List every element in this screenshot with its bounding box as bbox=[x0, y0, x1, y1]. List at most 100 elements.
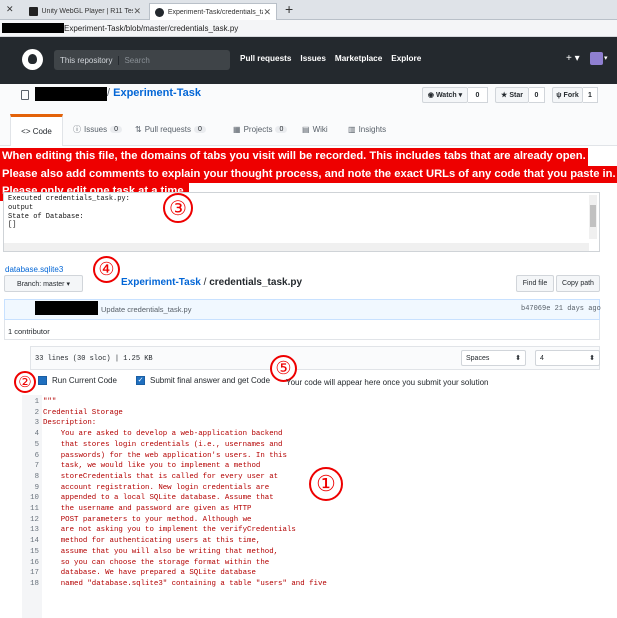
tab-label: <> Code bbox=[21, 127, 52, 136]
line-text: Credential Storage bbox=[43, 408, 123, 417]
line-number: 4 bbox=[34, 430, 39, 439]
github-logo-icon[interactable] bbox=[22, 49, 43, 70]
close-window-icon[interactable]: ✕ bbox=[6, 4, 14, 15]
find-file-button[interactable]: Find file bbox=[516, 275, 554, 292]
output-textarea[interactable]: Executed credentials_task.py: output Sta… bbox=[3, 192, 600, 252]
repo-separator: / bbox=[107, 87, 111, 99]
redacted-owner bbox=[35, 87, 107, 101]
warning-line: When editing this file, the domains of t… bbox=[0, 148, 588, 166]
line-text: You are asked to develop a web-applicati… bbox=[43, 430, 283, 439]
code-line[interactable]: 5 that stores login credentials (i.e., u… bbox=[22, 440, 617, 451]
code-line[interactable]: 3 Description: bbox=[22, 418, 617, 429]
nav-pull-requests[interactable]: Pull requests bbox=[240, 54, 291, 63]
indent-mode-label: Spaces bbox=[466, 354, 490, 362]
line-number: 17 bbox=[30, 569, 39, 578]
contributors-text[interactable]: 1 contributor bbox=[8, 327, 50, 336]
tab-pull-requests[interactable]: ⇅ Pull requests 0 bbox=[135, 116, 206, 142]
watch-button[interactable]: ◉ Watch ▾ bbox=[422, 87, 468, 103]
line-text: so you can choose the storage format wit… bbox=[43, 558, 270, 567]
star-count[interactable]: 0 bbox=[529, 87, 545, 103]
fork-count[interactable]: 1 bbox=[583, 87, 598, 103]
vertical-scrollbar[interactable] bbox=[589, 195, 597, 239]
eye-icon: ◉ bbox=[427, 92, 434, 99]
code-line[interactable]: 2 Credential Storage bbox=[22, 408, 617, 419]
line-number: 11 bbox=[30, 505, 39, 514]
line-number: 8 bbox=[34, 472, 39, 481]
tab-label: Wiki bbox=[312, 124, 328, 134]
copy-path-label: Copy path bbox=[562, 280, 594, 287]
unity-icon bbox=[29, 7, 38, 16]
user-avatar[interactable] bbox=[590, 52, 603, 65]
output-line: output bbox=[8, 203, 34, 212]
watch-count[interactable]: 0 bbox=[468, 87, 488, 103]
line-number: 2 bbox=[34, 408, 39, 417]
code-line[interactable]: 6 passwords) for the web application's u… bbox=[22, 451, 617, 462]
tab-projects[interactable]: ▦ Projects 0 bbox=[233, 116, 288, 142]
path-separator: / bbox=[200, 277, 210, 288]
search-box[interactable]: This repository Search bbox=[54, 50, 230, 70]
line-text: """ bbox=[43, 398, 57, 406]
tab-issues[interactable]: ⓘ Issues 0 bbox=[73, 116, 123, 142]
path-repo-link[interactable]: Experiment-Task bbox=[121, 277, 201, 288]
nav-explore[interactable]: Explore bbox=[391, 54, 421, 63]
repo-name-link[interactable]: Experiment-Task bbox=[113, 87, 201, 99]
close-tab-icon[interactable]: ✕ bbox=[263, 7, 271, 18]
submit-checkbox[interactable]: ✓ bbox=[136, 376, 145, 385]
search-input[interactable]: Search bbox=[119, 56, 154, 65]
github-icon bbox=[155, 7, 164, 17]
indent-mode-select[interactable]: Spaces ⬍ bbox=[461, 350, 526, 366]
commit-message[interactable]: Update credentials_task.py bbox=[101, 305, 191, 314]
browser-tab-github[interactable]: Experiment-Task/credentials_ta ✕ bbox=[149, 3, 277, 20]
browser-tab-label: Unity WebGL Player | R11 Testi bbox=[41, 8, 134, 15]
address-bar[interactable]: Experiment-Task/blob/master/credentials_… bbox=[0, 20, 617, 37]
line-text: passwords) for the web application's use… bbox=[43, 451, 287, 460]
commit-info[interactable]: b47069e 21 days ago bbox=[521, 305, 601, 313]
code-line[interactable]: 12 POST parameters to your method. Altho… bbox=[22, 515, 617, 526]
code-line[interactable]: 11 the username and password are given a… bbox=[22, 504, 617, 515]
code-line[interactable]: 15 assume that you will also be writing … bbox=[22, 547, 617, 558]
code-line[interactable]: 1 """ bbox=[22, 397, 617, 408]
database-link[interactable]: database.sqlite3 bbox=[5, 265, 63, 274]
code-line[interactable]: 16 so you can choose the storage format … bbox=[22, 558, 617, 569]
graph-icon: ▥ bbox=[348, 124, 356, 134]
code-line[interactable]: 13 are not asking you to implement the v… bbox=[22, 525, 617, 536]
line-number: 12 bbox=[30, 515, 39, 524]
code-line[interactable]: 14 method for authenticating users at th… bbox=[22, 536, 617, 547]
github-header: This repository Search Pull requests Iss… bbox=[0, 37, 617, 84]
output-line: Executed credentials_task.py: bbox=[8, 195, 130, 203]
fork-button[interactable]: ψ Fork bbox=[552, 87, 583, 103]
horizontal-scrollbar[interactable] bbox=[4, 243, 589, 251]
star-button[interactable]: ★ Star bbox=[495, 87, 529, 103]
run-current-code[interactable]: Run Current Code bbox=[38, 376, 117, 385]
line-text: that stores login credentials (i.e., use… bbox=[43, 440, 283, 449]
new-tab-button[interactable]: + bbox=[285, 1, 293, 17]
star-label: Star bbox=[509, 91, 523, 99]
code-editor[interactable]: 1 """ 2 Credential Storage 3 Description: 4 Yo… bbox=[22, 397, 617, 618]
code-line[interactable]: 17 database. We have prepared a SQLite d… bbox=[22, 568, 617, 579]
code-line[interactable]: 4 You are asked to develop a web-applica… bbox=[22, 429, 617, 440]
submit-final-answer[interactable]: ✓ Submit final answer and get Code bbox=[136, 376, 270, 385]
line-number: 3 bbox=[34, 419, 39, 428]
star-icon: ★ bbox=[501, 92, 508, 99]
tab-code[interactable]: <> Code bbox=[10, 114, 63, 146]
tab-label: Insights bbox=[358, 124, 387, 134]
indent-size-select[interactable]: 4 ⬍ bbox=[535, 350, 600, 366]
close-tab-icon[interactable]: ✕ bbox=[133, 6, 141, 17]
path-file: credentials_task.py bbox=[209, 277, 303, 288]
branch-selector[interactable]: Branch: master ▾ bbox=[4, 275, 83, 292]
line-text: the username and password are given as H… bbox=[43, 505, 252, 514]
run-checkbox[interactable] bbox=[38, 376, 47, 385]
browser-tab-unity[interactable]: Unity WebGL Player | R11 Testi ✕ bbox=[24, 3, 146, 20]
chevron-down-icon[interactable]: ▾ bbox=[604, 54, 608, 62]
fork-label: Fork bbox=[563, 91, 579, 99]
tab-wiki[interactable]: ▤ Wiki bbox=[302, 116, 328, 142]
nav-marketplace[interactable]: Marketplace bbox=[335, 54, 382, 63]
watch-label: Watch ▾ bbox=[435, 92, 463, 99]
create-new-button[interactable]: + ▾ bbox=[566, 53, 580, 64]
copy-path-button[interactable]: Copy path bbox=[556, 275, 600, 292]
tab-insights[interactable]: ▥ Insights bbox=[348, 116, 386, 142]
tab-label: Pull requests bbox=[144, 124, 191, 134]
code-line[interactable]: 18 named "database.sqlite3" containing a… bbox=[22, 579, 617, 590]
nav-issues[interactable]: Issues bbox=[300, 54, 326, 63]
warning-line: Please also add comments to explain your… bbox=[0, 165, 617, 183]
